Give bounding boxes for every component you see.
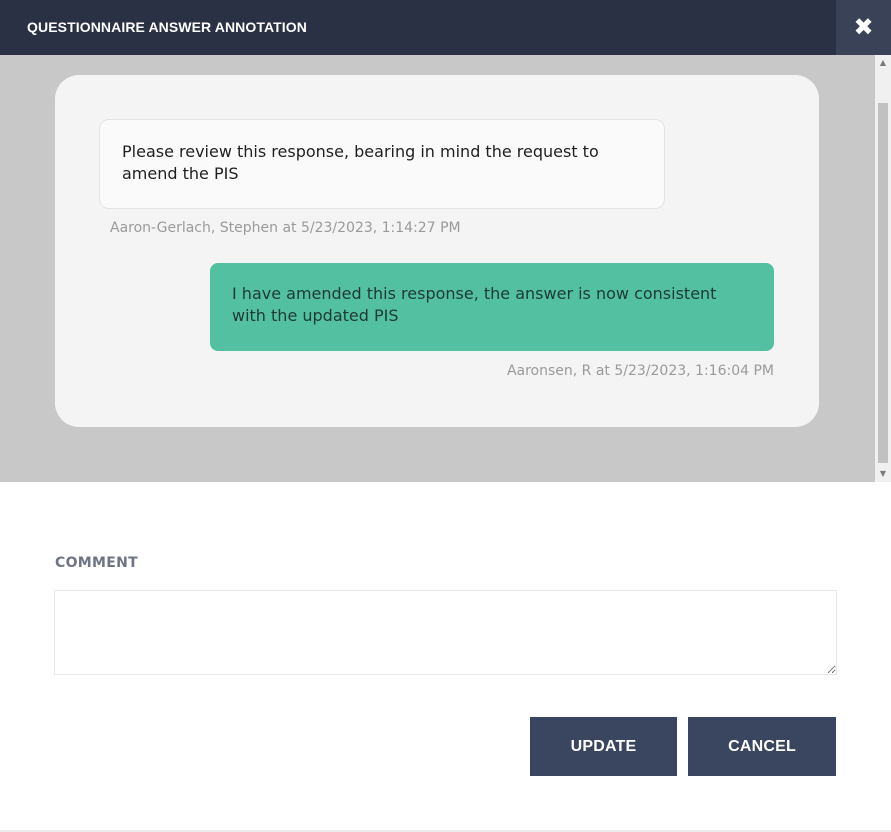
annotation-dialog: QUESTIONNAIRE ANSWER ANNOTATION ✖ Please… — [0, 0, 891, 832]
scroll-down-icon[interactable]: ▼ — [875, 466, 891, 482]
message-text: I have amended this response, the answer… — [232, 284, 717, 325]
comment-input[interactable] — [54, 590, 837, 675]
message-text: Please review this response, bearing in … — [122, 142, 599, 183]
message-bubble-sent: I have amended this response, the answer… — [210, 263, 774, 351]
thread-scrollbar[interactable]: ▲ ▼ — [875, 55, 891, 482]
dialog-header: QUESTIONNAIRE ANSWER ANNOTATION ✖ — [0, 0, 891, 55]
message-meta: Aaronsen, R at 5/23/2023, 1:16:04 PM — [506, 363, 774, 379]
cancel-button[interactable]: CANCEL — [688, 717, 836, 776]
close-icon: ✖ — [853, 13, 874, 41]
dialog-title: QUESTIONNAIRE ANSWER ANNOTATION — [27, 19, 307, 35]
scroll-thumb[interactable] — [878, 103, 888, 463]
scroll-up-icon[interactable]: ▲ — [875, 55, 891, 71]
thread-card: Please review this response, bearing in … — [55, 75, 819, 427]
update-button[interactable]: UPDATE — [530, 717, 677, 776]
comment-label: COMMENT — [55, 555, 138, 571]
message-bubble-received: Please review this response, bearing in … — [99, 119, 665, 209]
message-meta: Aaron-Gerlach, Stephen at 5/23/2023, 1:1… — [110, 220, 461, 236]
annotation-thread[interactable]: Please review this response, bearing in … — [0, 55, 891, 482]
close-button[interactable]: ✖ — [836, 0, 891, 55]
